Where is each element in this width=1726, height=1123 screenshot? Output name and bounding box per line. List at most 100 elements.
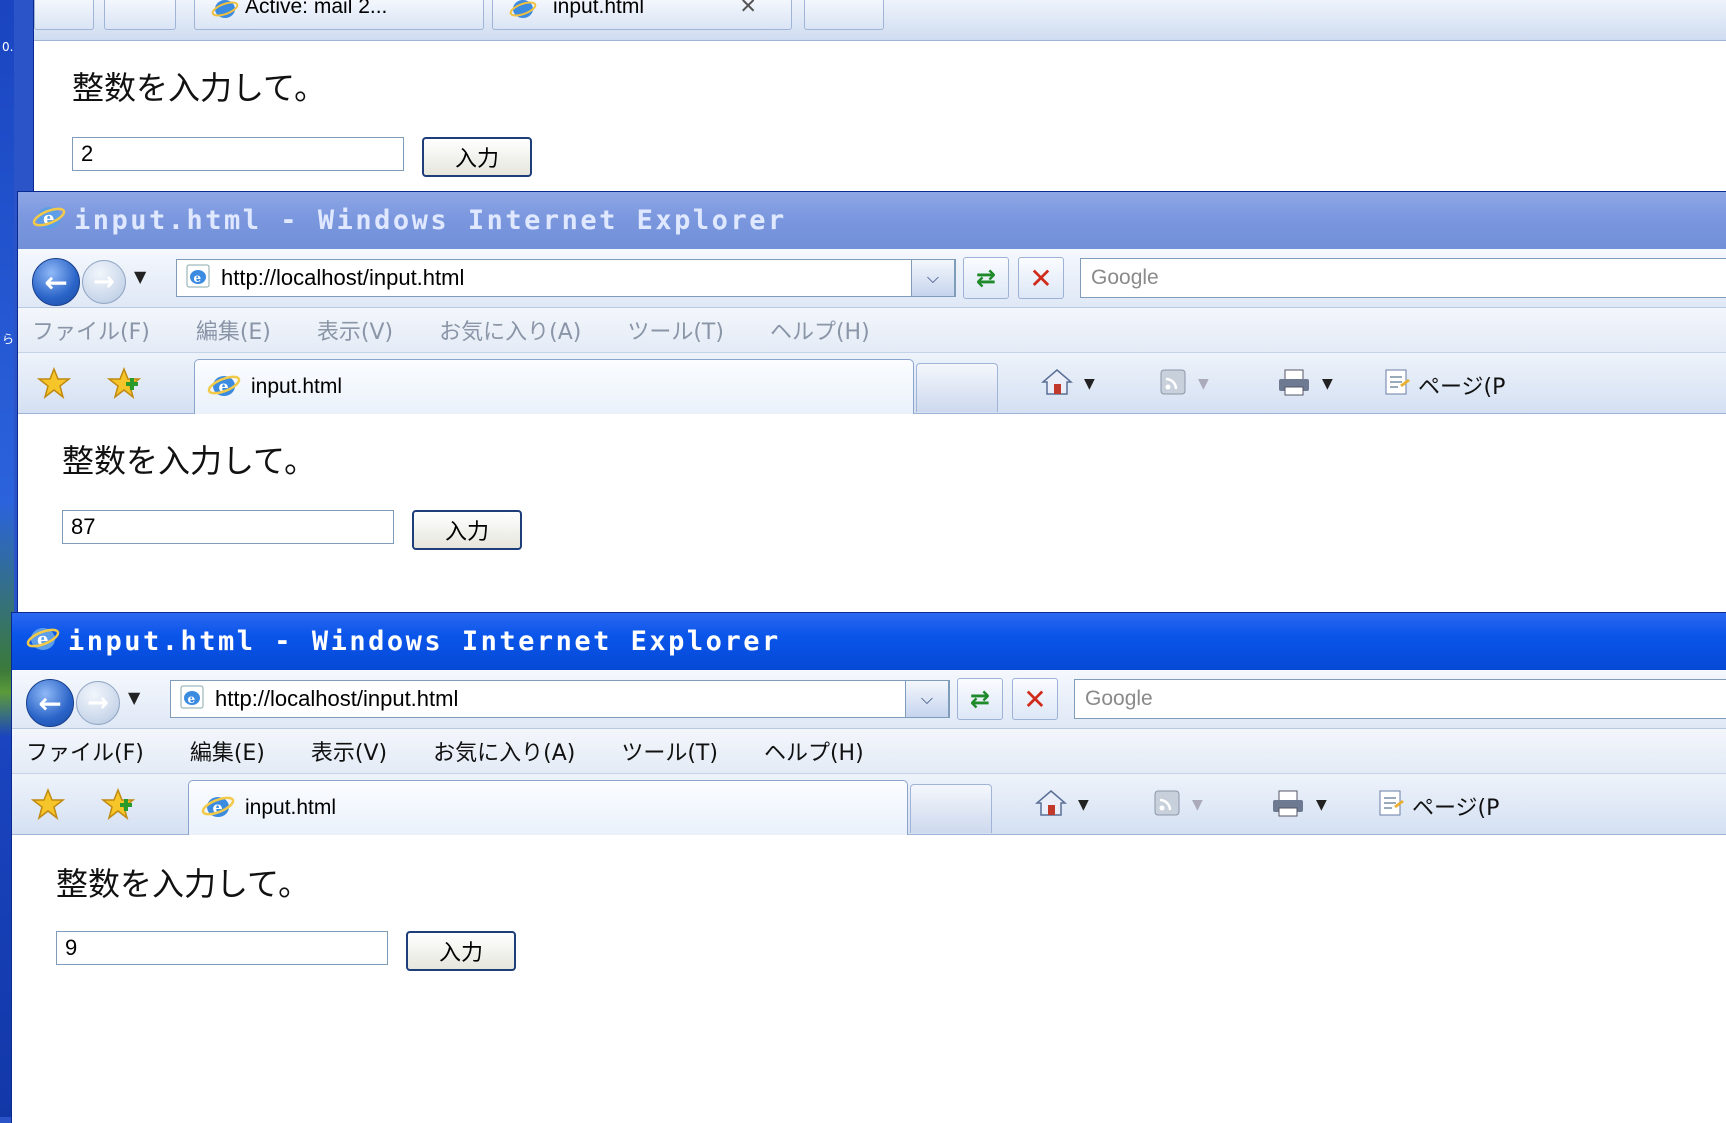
tab-bar: e input.html ▼ ▼ ▼ ページ(P <box>12 774 1726 835</box>
menu-edit[interactable]: 編集(E) <box>196 314 271 346</box>
menu-tools[interactable]: ツール(T) <box>627 314 724 346</box>
menu-favorites[interactable]: お気に入り(A) <box>433 735 575 767</box>
submit-button[interactable]: 入力 <box>412 510 522 550</box>
integer-input[interactable] <box>72 137 404 171</box>
title-bar[interactable]: e input.html - Windows Internet Explorer <box>12 613 1726 670</box>
ie-icon: e <box>26 623 60 660</box>
refresh-icon[interactable]: ⇄ <box>957 678 1003 720</box>
ie-icon <box>509 0 537 23</box>
back-arrow-icon[interactable]: ← <box>26 679 74 727</box>
forward-arrow-icon[interactable]: → <box>82 260 126 304</box>
page-menu-label: ページ(P <box>1412 796 1500 821</box>
stop-icon[interactable]: ✕ <box>1018 257 1064 299</box>
feed-icon <box>1152 788 1182 822</box>
prompt-text: 整数を入力して。 <box>62 442 317 480</box>
tab-mail[interactable]: Active: mail 2... <box>194 0 484 30</box>
new-tab-button[interactable] <box>910 784 992 833</box>
menu-edit[interactable]: 編集(E) <box>190 735 265 767</box>
tab-bar: e input.html ▼ ▼ ▼ ページ(P <box>18 353 1726 414</box>
integer-input[interactable] <box>62 510 394 544</box>
forward-arrow-icon[interactable]: → <box>76 681 120 725</box>
submit-button[interactable]: 入力 <box>422 137 532 177</box>
stop-icon[interactable]: ✕ <box>1012 678 1058 720</box>
submit-button[interactable]: 入力 <box>406 931 516 971</box>
browser-window-bottom[interactable]: e input.html - Windows Internet Explorer… <box>12 613 1726 1123</box>
chevron-down-icon[interactable]: ▼ <box>1084 376 1095 392</box>
svg-text:e: e <box>194 271 202 285</box>
feed-button[interactable]: ▼ <box>1158 367 1209 401</box>
tab-label: input.html <box>251 375 343 398</box>
page-menu-button[interactable]: ページ(P <box>1376 788 1499 824</box>
prompt-text: 整数を入力して。 <box>56 865 311 903</box>
url-field[interactable]: e http://localhost/input.html <box>170 680 950 718</box>
menu-help[interactable]: ヘルプ(H) <box>770 314 870 346</box>
recent-pages-dropdown[interactable]: ▼ <box>134 267 146 286</box>
tab-label: input.html <box>553 0 645 18</box>
page-menu-label: ページ(P <box>1418 375 1506 400</box>
search-input[interactable]: Google <box>1074 679 1726 719</box>
title-bar[interactable]: e input.html - Windows Internet Explorer <box>18 192 1726 249</box>
menu-help[interactable]: ヘルプ(H) <box>764 735 864 767</box>
home-button[interactable]: ▼ <box>1040 367 1095 401</box>
add-favorite-icon[interactable] <box>100 787 136 824</box>
new-tab-button[interactable] <box>916 363 998 412</box>
new-tab-button[interactable] <box>804 0 884 30</box>
page-icon <box>1376 788 1406 824</box>
home-button[interactable]: ▼ <box>1034 788 1089 822</box>
back-arrow-icon[interactable]: ← <box>32 258 80 306</box>
quick-tabs-button[interactable] <box>104 0 176 30</box>
menu-bar: ファイル(F) 編集(E) 表示(V) お気に入り(A) ツール(T) ヘルプ(… <box>18 308 1726 353</box>
recent-pages-dropdown[interactable]: ▼ <box>128 688 140 707</box>
search-input[interactable]: Google <box>1080 258 1726 298</box>
chevron-down-icon[interactable]: ▼ <box>1078 797 1089 813</box>
menu-view[interactable]: 表示(V) <box>317 314 393 346</box>
page-icon <box>1382 367 1412 403</box>
ie-icon: e <box>207 371 241 403</box>
tab-input-html[interactable]: e input.html <box>194 359 914 414</box>
url-field[interactable]: e http://localhost/input.html <box>176 259 956 297</box>
home-icon <box>1034 788 1068 822</box>
window-title: input.html - Windows Internet Explorer <box>74 205 787 236</box>
feed-icon <box>1158 367 1188 401</box>
page-icon: e <box>185 263 211 293</box>
print-button[interactable]: ▼ <box>1276 367 1333 401</box>
menu-tools[interactable]: ツール(T) <box>621 735 718 767</box>
menu-file[interactable]: ファイル(F) <box>32 314 150 346</box>
browser-window-middle[interactable]: e input.html - Windows Internet Explorer… <box>18 192 1726 620</box>
tab-input-html[interactable]: e input.html <box>188 780 908 835</box>
tab-input-html[interactable]: input.html ✕ <box>492 0 792 30</box>
chevron-down-icon[interactable]: ▼ <box>1322 376 1333 392</box>
browser-window-top[interactable]: Active: mail 2... input.html ✕ 整数を入力して。 … <box>34 0 1726 195</box>
menu-view[interactable]: 表示(V) <box>311 735 387 767</box>
menu-favorites[interactable]: お気に入り(A) <box>439 314 581 346</box>
favorites-star-icon[interactable] <box>30 787 66 824</box>
integer-input[interactable] <box>56 931 388 965</box>
page-content: 整数を入力して。 入力 <box>34 41 1726 195</box>
url-dropdown[interactable]: ⌵ <box>905 680 949 718</box>
ie-icon <box>211 0 239 23</box>
print-icon <box>1270 788 1306 822</box>
url-dropdown[interactable]: ⌵ <box>911 259 955 297</box>
page-content: 整数を入力して。 入力 <box>12 835 1726 1123</box>
tab-label: input.html <box>245 796 337 819</box>
menu-file[interactable]: ファイル(F) <box>26 735 144 767</box>
desktop-glyph: 0. <box>2 40 14 54</box>
url-text: http://localhost/input.html <box>215 686 459 711</box>
favorites-center-strip[interactable] <box>34 0 94 30</box>
svg-text:e: e <box>188 692 196 706</box>
feed-button[interactable]: ▼ <box>1152 788 1203 822</box>
print-button[interactable]: ▼ <box>1270 788 1327 822</box>
close-tab-icon[interactable]: ✕ <box>739 0 757 17</box>
address-bar: ← → ▼ e http://localhost/input.html ⌵ ⇄ … <box>12 670 1726 729</box>
page-menu-button[interactable]: ページ(P <box>1382 367 1505 403</box>
tab-strip: Active: mail 2... input.html ✕ <box>34 0 1726 41</box>
chevron-down-icon[interactable]: ▼ <box>1316 797 1327 813</box>
search-placeholder: Google <box>1085 687 1153 710</box>
chevron-down-icon[interactable]: ▼ <box>1192 797 1203 813</box>
add-favorite-icon[interactable] <box>106 366 142 403</box>
window-title: input.html - Windows Internet Explorer <box>68 626 781 657</box>
refresh-icon[interactable]: ⇄ <box>963 257 1009 299</box>
home-icon <box>1040 367 1074 401</box>
favorites-star-icon[interactable] <box>36 366 72 403</box>
chevron-down-icon[interactable]: ▼ <box>1198 376 1209 392</box>
